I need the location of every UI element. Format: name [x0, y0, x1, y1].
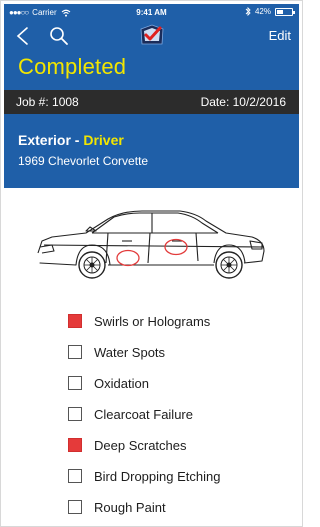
- wheel-front: [78, 251, 106, 279]
- search-icon[interactable]: [48, 26, 70, 46]
- checklist-label: Clearcoat Failure: [94, 406, 193, 422]
- checklist-item-deep-scratches[interactable]: Deep Scratches: [68, 436, 187, 454]
- checkbox[interactable]: [68, 469, 82, 483]
- checklist-item-water-spots[interactable]: Water Spots: [68, 343, 165, 361]
- checkmark-badge-icon: [140, 24, 164, 45]
- inspection-area: Exterior - Driver: [18, 132, 124, 148]
- checkbox[interactable]: [68, 345, 82, 359]
- vehicle-name: 1969 Chevorlet Corvette: [18, 154, 149, 168]
- battery-percent: 42%: [254, 7, 271, 16]
- job-info-bar: Job #: 1008 Date: 10/2/2016: [4, 90, 299, 114]
- checklist-item-bird-dropping[interactable]: Bird Dropping Etching: [68, 467, 220, 485]
- job-status-title: Completed: [18, 54, 127, 79]
- checklist-label: Water Spots: [94, 344, 166, 360]
- checklist-label: Bird Dropping Etching: [94, 468, 221, 484]
- checkbox[interactable]: [68, 407, 82, 421]
- checkbox[interactable]: [68, 438, 82, 452]
- nav-bar: Edit: [4, 22, 299, 50]
- damage-marker-front-door[interactable]: [116, 249, 140, 267]
- header: ●●●○○ Carrier 9:41 AM 42% Edit Completed: [4, 4, 299, 90]
- inspection-section-header: Exterior - Driver 1969 Chevorlet Corvett…: [4, 114, 299, 188]
- checklist-item-oxidation[interactable]: Oxidation: [68, 374, 149, 392]
- checkbox[interactable]: [68, 314, 82, 328]
- battery-icon: [275, 7, 295, 16]
- edit-button[interactable]: Edit: [269, 28, 291, 43]
- checklist-item-clearcoat[interactable]: Clearcoat Failure: [68, 405, 193, 423]
- checklist-label: Oxidation: [94, 375, 149, 391]
- area-side: Driver: [83, 132, 124, 148]
- chevron-left-icon[interactable]: [14, 26, 32, 46]
- checklist-label: Rough Paint: [94, 499, 166, 515]
- checklist-label: Swirls or Holograms: [94, 313, 211, 329]
- checkbox[interactable]: [68, 376, 82, 390]
- checklist-label: Deep Scratches: [94, 437, 187, 453]
- area-name: Exterior -: [18, 132, 80, 148]
- status-bar: ●●●○○ Carrier 9:41 AM 42%: [4, 4, 299, 20]
- bluetooth-icon: [245, 7, 251, 16]
- wheel-rear: [215, 251, 243, 279]
- checklist-item-swirls[interactable]: Swirls or Holograms: [68, 312, 210, 330]
- car-diagram: [37, 210, 265, 279]
- job-number: Job #: 1008: [16, 95, 79, 109]
- job-date: Date: 10/2/2016: [200, 95, 286, 109]
- damage-marker-rear-door[interactable]: [164, 238, 188, 256]
- checkbox[interactable]: [68, 500, 82, 514]
- checklist-item-rough-paint[interactable]: Rough Paint: [68, 498, 166, 516]
